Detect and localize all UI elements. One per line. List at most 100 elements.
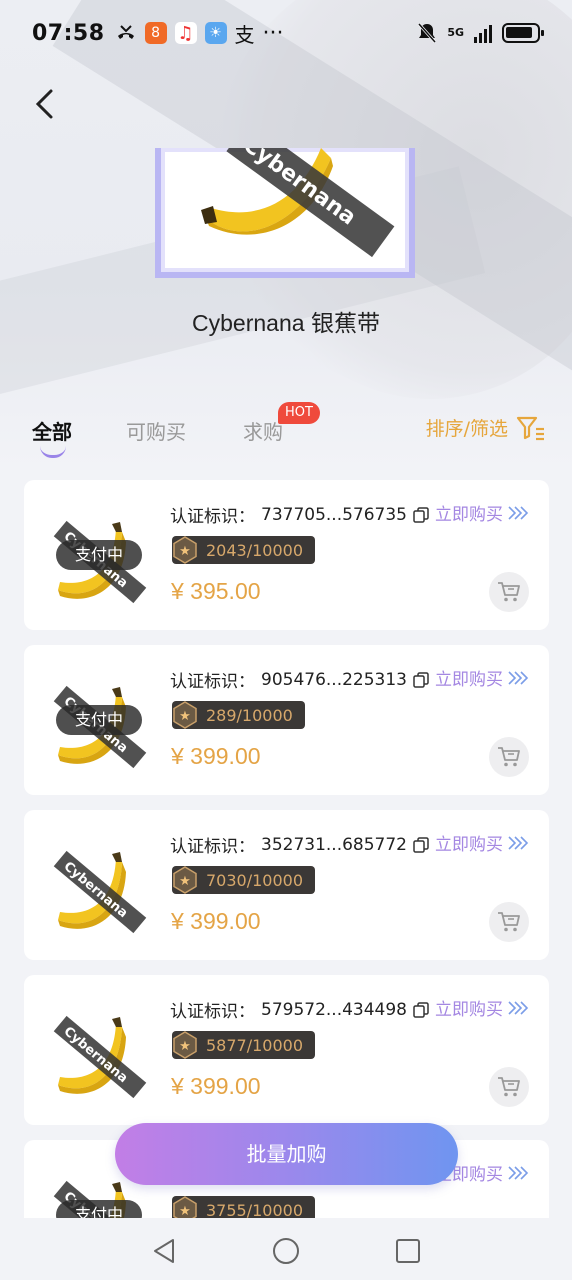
buy-now-button[interactable]: 立即购买 xyxy=(435,830,529,855)
status-badge: 支付中 xyxy=(56,1200,142,1218)
list-item[interactable]: Cybernana 认证标识： 352731...685772 立即购买 ★ 70… xyxy=(24,810,549,960)
medal-icon: ★ xyxy=(173,866,197,894)
more-notifications-icon: ··· xyxy=(262,20,284,46)
buy-now-button[interactable]: 立即购买 xyxy=(435,665,529,690)
cart-icon xyxy=(498,912,520,932)
double-chevron-right-icon xyxy=(508,1000,529,1015)
cart-icon xyxy=(498,747,520,767)
buy-now-label: 立即购买 xyxy=(435,670,503,690)
system-nav-bar xyxy=(0,1218,572,1280)
buy-now-button[interactable]: 立即购买 xyxy=(435,500,529,525)
double-chevron-right-icon xyxy=(508,505,529,520)
edition-badge: ★ 7030/10000 xyxy=(172,866,316,894)
copy-icon[interactable] xyxy=(413,836,429,853)
svg-text:★: ★ xyxy=(179,1204,191,1218)
battery-icon xyxy=(502,23,544,43)
buy-now-label: 立即购买 xyxy=(435,1000,503,1020)
add-to-cart-button[interactable] xyxy=(489,902,529,942)
banana-image: Cybernana xyxy=(201,148,395,258)
medal-icon: ★ xyxy=(173,1031,197,1059)
sort-filter-button[interactable]: 排序/筛选 xyxy=(426,414,546,441)
buy-now-label: 立即购买 xyxy=(435,505,503,525)
hot-badge: HOT xyxy=(278,402,320,424)
cert-id: 认证标识： 579572...434498 xyxy=(170,997,429,1022)
music-icon: ♫ xyxy=(174,22,197,44)
edition-number: 2043/10000 xyxy=(206,540,304,560)
list-item[interactable]: Cybernana 认证标识： 579572...434498 立即购买 ★ 58… xyxy=(24,975,549,1125)
cert-id: 认证标识： 905476...225313 xyxy=(170,667,429,692)
status-time: 07:58 xyxy=(32,20,105,46)
status-badge: 支付中 xyxy=(56,705,142,735)
missed-call-icon xyxy=(117,25,134,39)
cert-value: 352731...685772 xyxy=(261,834,408,855)
double-chevron-right-icon xyxy=(508,670,529,685)
medal-icon: ★ xyxy=(173,1196,197,1218)
add-to-cart-button[interactable] xyxy=(489,572,529,612)
cert-value: 579572...434498 xyxy=(261,999,408,1020)
buy-now-button[interactable]: 立即购买 xyxy=(435,995,529,1020)
notification-icons: 8 ♫ ☀ 支 ··· xyxy=(115,19,284,48)
edition-badge: ★ 3755/10000 xyxy=(172,1196,316,1219)
nav-back-icon[interactable] xyxy=(149,1236,179,1266)
buy-now-label: 立即购买 xyxy=(435,835,503,855)
list-item[interactable]: Cybernana 支付中 认证标识：737705...576735 立即购买 … xyxy=(24,480,549,630)
cert-id: 认证标识： 737705...576735 xyxy=(170,502,429,527)
cert-label: 认证标识： xyxy=(170,837,255,857)
double-chevron-right-icon xyxy=(508,1165,529,1180)
cert-label: 认证标识： xyxy=(170,672,255,692)
item-price: ¥ 399.00 xyxy=(171,1073,261,1099)
medal-icon: ★ xyxy=(173,701,197,729)
batch-add-button[interactable]: 批量加购 xyxy=(115,1123,458,1185)
filter-icon xyxy=(516,416,544,440)
edition-number: 7030/10000 xyxy=(206,870,304,890)
tab-wanted[interactable]: 求购 xyxy=(243,416,283,445)
back-button[interactable] xyxy=(22,80,66,128)
svg-text:★: ★ xyxy=(179,1039,191,1054)
copy-icon[interactable] xyxy=(413,671,429,688)
edition-number: 5877/10000 xyxy=(206,1035,304,1055)
item-price: ¥ 399.00 xyxy=(171,743,261,769)
svg-text:★: ★ xyxy=(179,544,191,559)
status-right-icons: 5G xyxy=(417,22,544,44)
add-to-cart-button[interactable] xyxy=(489,737,529,777)
network-label: 5G xyxy=(447,26,464,39)
svg-text:★: ★ xyxy=(179,874,191,889)
signal-icon xyxy=(474,23,492,43)
cert-value: 737705...576735 xyxy=(261,504,408,525)
item-price: ¥ 395.00 xyxy=(171,578,261,604)
nav-home-icon[interactable] xyxy=(271,1236,301,1266)
svg-text:★: ★ xyxy=(179,709,191,724)
weather-icon: ☀ xyxy=(204,22,227,44)
status-badge: 支付中 xyxy=(56,540,142,570)
nav-recents-icon[interactable] xyxy=(393,1236,423,1266)
item-thumbnail: Cybernana xyxy=(53,1015,147,1099)
cert-label: 认证标识： xyxy=(170,1002,255,1022)
mute-icon xyxy=(418,23,437,43)
item-price: ¥ 399.00 xyxy=(171,908,261,934)
item-list: Cybernana 支付中 认证标识：737705...576735 立即购买 … xyxy=(24,480,549,1218)
edition-number: 289/10000 xyxy=(206,705,293,725)
product-image: Cybernana xyxy=(155,148,415,278)
tab-all[interactable]: 全部 xyxy=(32,416,72,445)
edition-badge: ★ 2043/10000 xyxy=(172,536,316,564)
edition-badge: ★ 289/10000 xyxy=(172,701,305,729)
product-title: Cybernana 银蕉带 xyxy=(192,310,380,336)
edition-number: 3755/10000 xyxy=(206,1200,304,1219)
medal-icon: ★ xyxy=(173,536,197,564)
list-item[interactable]: Cybernana 支付中 认证标识：905476...225313 立即购买 … xyxy=(24,645,549,795)
cart-icon xyxy=(498,1077,520,1097)
copy-icon[interactable] xyxy=(413,506,429,523)
status-bar: 07:58 8 ♫ ☀ 支 ··· 5G xyxy=(0,0,572,66)
copy-icon[interactable] xyxy=(413,1001,429,1018)
chevron-left-icon xyxy=(35,89,53,119)
app-notification-icon: 8 xyxy=(144,22,167,44)
edition-badge: ★ 5877/10000 xyxy=(172,1031,316,1059)
cert-label: 认证标识： xyxy=(170,507,255,527)
cert-id: 认证标识： 352731...685772 xyxy=(170,832,429,857)
tab-available[interactable]: 可购买 xyxy=(126,416,186,445)
cart-icon xyxy=(498,582,520,602)
cert-value: 905476...225313 xyxy=(261,669,408,690)
double-chevron-right-icon xyxy=(508,835,529,850)
sort-filter-label: 排序/筛选 xyxy=(425,418,508,440)
add-to-cart-button[interactable] xyxy=(489,1067,529,1107)
